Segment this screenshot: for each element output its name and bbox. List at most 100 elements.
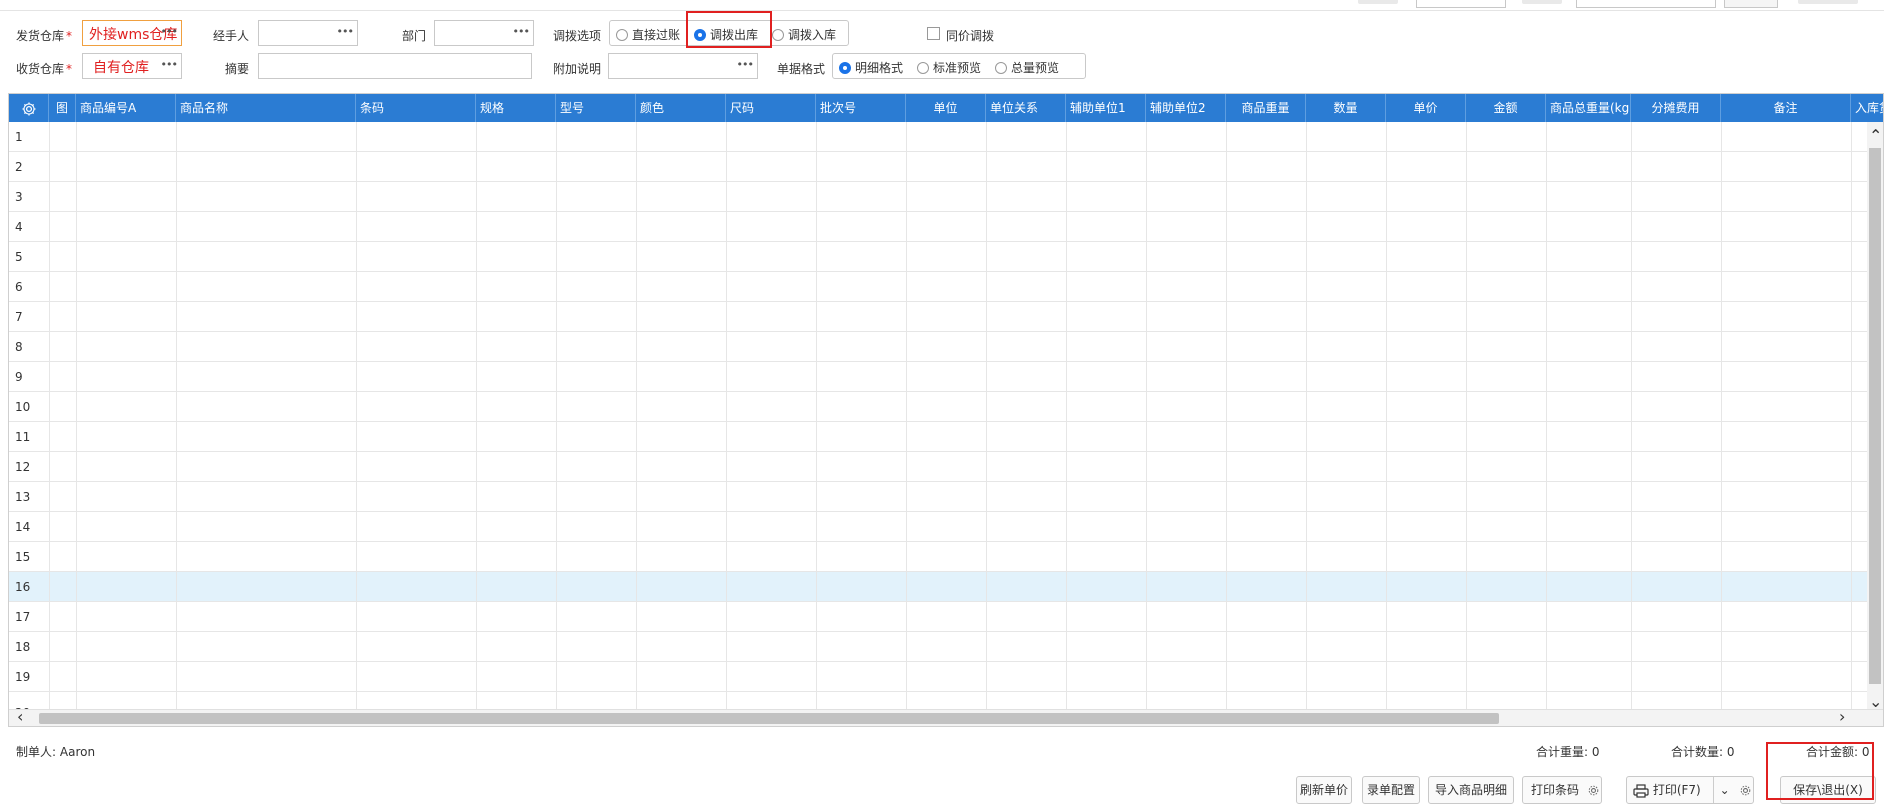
doc-format-label: 单据格式 — [777, 62, 826, 76]
col-header[interactable]: 入库货 — [1851, 94, 1883, 122]
row-number: 6 — [15, 280, 23, 294]
print-barcode-button[interactable]: 打印条码 — [1522, 776, 1602, 804]
chevron-down-icon[interactable]: ⌄ — [1869, 694, 1882, 710]
table-row[interactable]: 7 — [9, 302, 1869, 332]
col-header[interactable]: 辅助单位2 — [1146, 94, 1226, 122]
table-row[interactable]: 18 — [9, 632, 1869, 662]
more-dots-icon[interactable]: ••• — [161, 58, 178, 71]
import-detail-button[interactable]: 导入商品明细 — [1428, 776, 1514, 804]
table-row[interactable]: 3 — [9, 182, 1869, 212]
radio-total-preview[interactable]: 总量预览 — [995, 59, 1059, 76]
same-price-checkbox[interactable] — [927, 27, 940, 40]
total-weight-label: 合计重量: — [1536, 745, 1589, 759]
table-row[interactable]: 6 — [9, 272, 1869, 302]
row-number: 14 — [15, 520, 31, 534]
total-qty-label: 合计数量: — [1671, 745, 1724, 759]
radio-circle-icon — [917, 61, 929, 74]
department-field[interactable]: ••• — [434, 20, 534, 46]
print-label: 打印(F7) — [1652, 783, 1701, 797]
col-header[interactable]: 商品总重量(kg — [1546, 94, 1631, 122]
col-header[interactable]: 颜色 — [636, 94, 726, 122]
top-date-field[interactable] — [1416, 0, 1506, 8]
top-toolbar-strip — [0, 0, 1884, 11]
col-header[interactable]: 图 — [49, 94, 76, 122]
table-row-selected[interactable]: 16 — [9, 572, 1869, 602]
transfer-option-label: 调拨选项 — [553, 29, 602, 43]
col-header[interactable]: 商品名称 — [176, 94, 356, 122]
col-header[interactable]: 金额 — [1466, 94, 1546, 122]
chevron-down-icon[interactable]: ⌄ — [1712, 777, 1730, 803]
table-row[interactable]: 11 — [9, 422, 1869, 452]
more-dots-icon[interactable]: ••• — [161, 25, 178, 38]
table-row[interactable]: 2 — [9, 152, 1869, 182]
col-divider — [49, 122, 50, 716]
table-row[interactable]: 10 — [9, 392, 1869, 422]
horizontal-scroll-thumb[interactable] — [39, 713, 1499, 724]
row-number: 18 — [15, 640, 31, 654]
col-header[interactable]: 商品编号A — [76, 94, 176, 122]
top-label-placeholder — [1798, 0, 1858, 4]
col-header[interactable]: 条码 — [356, 94, 476, 122]
chevron-right-icon[interactable]: › — [1839, 709, 1845, 725]
col-header[interactable]: 商品重量 — [1226, 94, 1306, 122]
radio-circle-icon — [772, 28, 784, 41]
more-dots-icon[interactable]: ••• — [513, 25, 530, 38]
top-number-field[interactable] — [1576, 0, 1716, 8]
extra-note-field[interactable]: ••• — [608, 53, 758, 79]
creator-value: Aaron — [59, 745, 96, 759]
chevron-up-icon[interactable]: ⌃ — [1869, 128, 1882, 144]
radio-standard-preview[interactable]: 标准预览 — [917, 59, 981, 76]
col-divider — [1631, 122, 1632, 716]
col-header[interactable]: 单价 — [1386, 94, 1466, 122]
radio-transfer-in[interactable]: 调拨入库 — [772, 26, 836, 43]
col-header[interactable]: 规格 — [476, 94, 556, 122]
col-header[interactable]: 分摊费用 — [1631, 94, 1721, 122]
col-header[interactable]: 型号 — [556, 94, 636, 122]
row-number: 1 — [15, 130, 23, 144]
radio-detail-format[interactable]: 明细格式 — [839, 59, 903, 76]
radio-direct-post[interactable]: 直接过账 — [616, 26, 680, 43]
print-button-group[interactable]: 打印(F7) ⌄ — [1626, 776, 1754, 804]
table-row[interactable]: 12 — [9, 452, 1869, 482]
ship-warehouse-field[interactable]: 外接wms仓库 ••• — [82, 20, 182, 46]
handler-field[interactable]: ••• — [258, 20, 358, 46]
table-row[interactable]: 4 — [9, 212, 1869, 242]
table-row[interactable]: 14 — [9, 512, 1869, 542]
table-row[interactable]: 17 — [9, 602, 1869, 632]
table-row[interactable]: 13 — [9, 482, 1869, 512]
top-button[interactable] — [1724, 0, 1778, 8]
printer-icon — [1633, 783, 1649, 798]
col-header[interactable]: 批次号 — [816, 94, 906, 122]
gear-icon[interactable] — [1587, 784, 1600, 797]
col-header[interactable]: 辅助单位1 — [1066, 94, 1146, 122]
summary-field[interactable] — [258, 53, 532, 79]
more-dots-icon[interactable]: ••• — [737, 58, 754, 71]
col-header[interactable]: 单位 — [906, 94, 986, 122]
chevron-left-icon[interactable]: ‹ — [17, 709, 23, 725]
col-header[interactable]: 尺码 — [726, 94, 816, 122]
table-row[interactable]: 5 — [9, 242, 1869, 272]
table-row[interactable]: 19 — [9, 662, 1869, 692]
col-header[interactable]: 单位关系 — [986, 94, 1066, 122]
more-dots-icon[interactable]: ••• — [337, 25, 354, 38]
col-header[interactable]: 数量 — [1306, 94, 1386, 122]
table-row[interactable]: 9 — [9, 362, 1869, 392]
table-row[interactable]: 15 — [9, 542, 1869, 572]
refresh-price-button[interactable]: 刷新单价 — [1296, 776, 1352, 804]
vertical-scroll-thumb[interactable] — [1869, 148, 1881, 684]
col-header[interactable]: 备注 — [1721, 94, 1851, 122]
col-divider — [556, 122, 557, 716]
col-divider — [1306, 122, 1307, 716]
gear-icon[interactable] — [1739, 784, 1752, 797]
table-row[interactable]: 8 — [9, 332, 1869, 362]
horizontal-scrollbar[interactable]: ‹ › — [9, 709, 1883, 726]
entry-config-button[interactable]: 录单配置 — [1362, 776, 1420, 804]
table-row[interactable]: 1 — [9, 122, 1869, 152]
receive-warehouse-field[interactable]: 自有仓库 ••• — [82, 53, 182, 79]
vertical-scrollbar[interactable]: ⌃ ⌄ — [1867, 122, 1883, 716]
gear-icon — [22, 102, 35, 115]
print-barcode-label: 打印条码 — [1531, 783, 1580, 797]
grid-settings-button[interactable] — [9, 94, 49, 122]
extra-note-label: 附加说明 — [553, 62, 602, 76]
summary-label: 摘要 — [225, 62, 250, 76]
